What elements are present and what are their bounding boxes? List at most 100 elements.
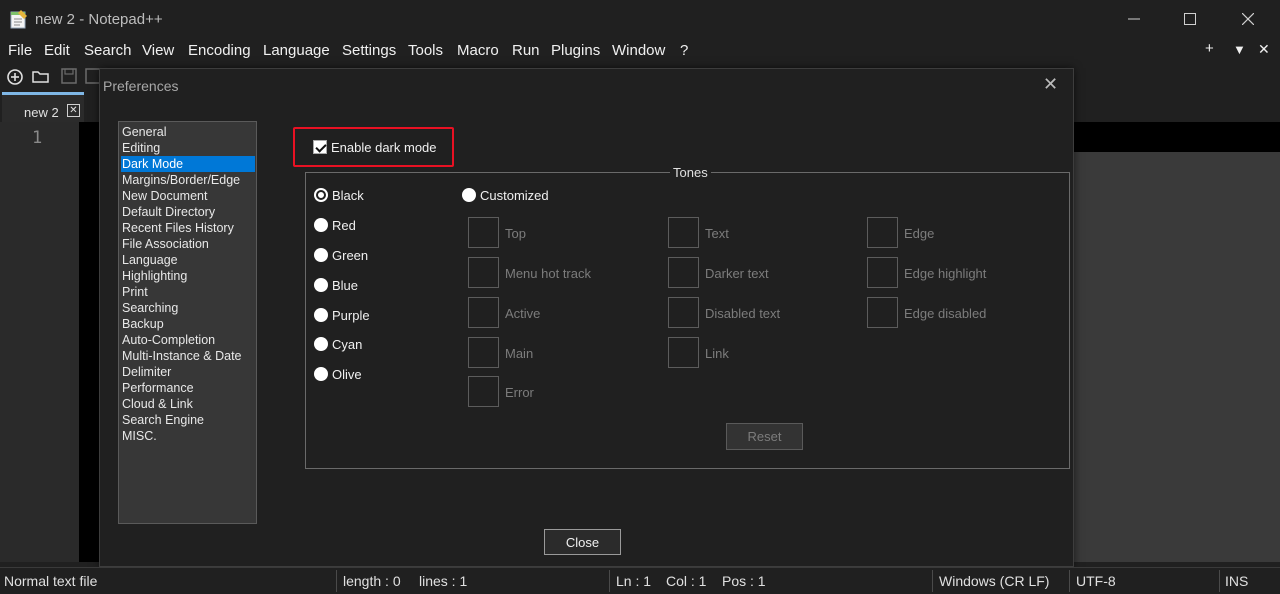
category-searching[interactable]: Searching <box>121 300 255 316</box>
swatch-edge-highlight[interactable] <box>867 257 898 288</box>
category-search-engine[interactable]: Search Engine <box>121 412 255 428</box>
swatch-menu-hot-track-label: Menu hot track <box>505 266 591 281</box>
radio-blue-label[interactable]: Blue <box>332 278 358 293</box>
radio-cyan-label[interactable]: Cyan <box>332 337 362 352</box>
preferences-dialog: Preferences ✕ General Editing Dark Mode … <box>99 68 1074 567</box>
menu-file[interactable]: File <box>8 42 32 59</box>
tones-group: Tones Black Red Green Blue Purple Cyan O… <box>305 165 1070 469</box>
swatch-edge-label: Edge <box>904 226 935 241</box>
swatch-error-label: Error <box>505 385 534 400</box>
tab-new-2[interactable]: new 2 ✕ <box>2 92 84 122</box>
swatch-error[interactable] <box>468 376 499 407</box>
window-close-button[interactable] <box>1218 0 1278 38</box>
add-icon[interactable]: + <box>1205 40 1214 57</box>
status-separator <box>932 570 933 592</box>
menu-window[interactable]: Window <box>612 42 665 59</box>
radio-customized-label[interactable]: Customized <box>480 188 549 203</box>
radio-green[interactable] <box>314 248 328 262</box>
category-recent-files-history[interactable]: Recent Files History <box>121 220 255 236</box>
radio-purple[interactable] <box>314 308 328 322</box>
category-editing[interactable]: Editing <box>121 140 255 156</box>
menu-encoding[interactable]: Encoding <box>188 42 251 59</box>
category-new-document[interactable]: New Document <box>121 188 255 204</box>
category-auto-completion[interactable]: Auto-Completion <box>121 332 255 348</box>
swatch-disabled-text[interactable] <box>668 297 699 328</box>
menu-search[interactable]: Search <box>84 42 132 59</box>
menu-bar: File Edit Search View Encoding Language … <box>0 38 1280 62</box>
new-file-icon[interactable] <box>6 67 24 85</box>
category-default-directory[interactable]: Default Directory <box>121 204 255 220</box>
category-print[interactable]: Print <box>121 284 255 300</box>
dialog-close-icon[interactable]: ✕ <box>1043 74 1058 95</box>
menu-help[interactable]: ? <box>680 42 688 59</box>
minimize-icon <box>1128 18 1140 20</box>
menu-plugins[interactable]: Plugins <box>551 42 600 59</box>
status-encoding[interactable]: UTF-8 <box>1076 573 1116 589</box>
radio-cyan[interactable] <box>314 337 328 351</box>
open-folder-icon[interactable] <box>32 67 50 85</box>
status-file-type: Normal text file <box>4 573 98 589</box>
radio-olive[interactable] <box>314 367 328 381</box>
swatch-link[interactable] <box>668 337 699 368</box>
category-misc[interactable]: MISC. <box>121 428 255 444</box>
minimize-button[interactable] <box>1104 0 1164 38</box>
category-file-association[interactable]: File Association <box>121 236 255 252</box>
category-performance[interactable]: Performance <box>121 380 255 396</box>
category-delimiter[interactable]: Delimiter <box>121 364 255 380</box>
status-eol[interactable]: Windows (CR LF) <box>939 573 1049 589</box>
tab-close-icon[interactable]: ✕ <box>67 104 80 117</box>
menu-run[interactable]: Run <box>512 42 540 59</box>
swatch-main[interactable] <box>468 337 499 368</box>
swatch-darker-text[interactable] <box>668 257 699 288</box>
radio-red[interactable] <box>314 218 328 232</box>
swatch-active[interactable] <box>468 297 499 328</box>
menu-language[interactable]: Language <box>263 42 330 59</box>
save-icon[interactable] <box>60 67 78 85</box>
category-multi-instance-date[interactable]: Multi-Instance & Date <box>121 348 255 364</box>
menu-macro[interactable]: Macro <box>457 42 499 59</box>
category-cloud-link[interactable]: Cloud & Link <box>121 396 255 412</box>
category-backup[interactable]: Backup <box>121 316 255 332</box>
category-margins-border-edge[interactable]: Margins/Border/Edge <box>121 172 255 188</box>
swatch-edge-disabled[interactable] <box>867 297 898 328</box>
enable-dark-mode-checkbox[interactable] <box>313 140 327 154</box>
category-language[interactable]: Language <box>121 252 255 268</box>
radio-black[interactable] <box>314 188 328 202</box>
enable-dark-mode-label[interactable]: Enable dark mode <box>331 140 437 155</box>
category-dark-mode[interactable]: Dark Mode <box>121 156 255 172</box>
swatch-main-label: Main <box>505 346 534 361</box>
swatch-text-label: Text <box>705 226 729 241</box>
status-pos: Pos : 1 <box>722 573 766 589</box>
radio-customized[interactable] <box>462 188 476 202</box>
swatch-active-label: Active <box>505 306 541 321</box>
reset-button[interactable]: Reset <box>726 423 803 450</box>
maximize-button[interactable] <box>1160 0 1220 38</box>
swatch-disabled-text-label: Disabled text <box>705 306 781 321</box>
radio-blue[interactable] <box>314 278 328 292</box>
category-general[interactable]: General <box>121 124 255 140</box>
swatch-text[interactable] <box>668 217 699 248</box>
dialog-close-button[interactable]: Close <box>544 529 621 555</box>
menu-settings[interactable]: Settings <box>342 42 396 59</box>
swatch-menu-hot-track[interactable] <box>468 257 499 288</box>
radio-purple-label[interactable]: Purple <box>332 308 370 323</box>
title-bar: new 2 - Notepad++ <box>0 0 1280 38</box>
status-ln: Ln : 1 <box>616 573 652 589</box>
swatch-top[interactable] <box>468 217 499 248</box>
status-insert-mode[interactable]: INS <box>1225 573 1248 589</box>
category-list[interactable]: General Editing Dark Mode Margins/Border… <box>118 121 257 524</box>
menu-tools[interactable]: Tools <box>408 42 443 59</box>
radio-olive-label[interactable]: Olive <box>332 367 362 382</box>
status-length: length : 0 <box>343 573 401 589</box>
menu-edit[interactable]: Edit <box>44 42 70 59</box>
swatch-edge[interactable] <box>867 217 898 248</box>
radio-red-label[interactable]: Red <box>332 218 356 233</box>
chevron-down-icon[interactable]: ▼ <box>1233 42 1246 57</box>
menu-view[interactable]: View <box>142 42 174 59</box>
status-lines: lines : 1 <box>419 573 468 589</box>
line-number: 1 <box>32 128 43 148</box>
close-document-icon[interactable]: ✕ <box>1258 41 1270 58</box>
radio-green-label[interactable]: Green <box>332 248 368 263</box>
category-highlighting[interactable]: Highlighting <box>121 268 255 284</box>
radio-black-label[interactable]: Black <box>332 188 364 203</box>
